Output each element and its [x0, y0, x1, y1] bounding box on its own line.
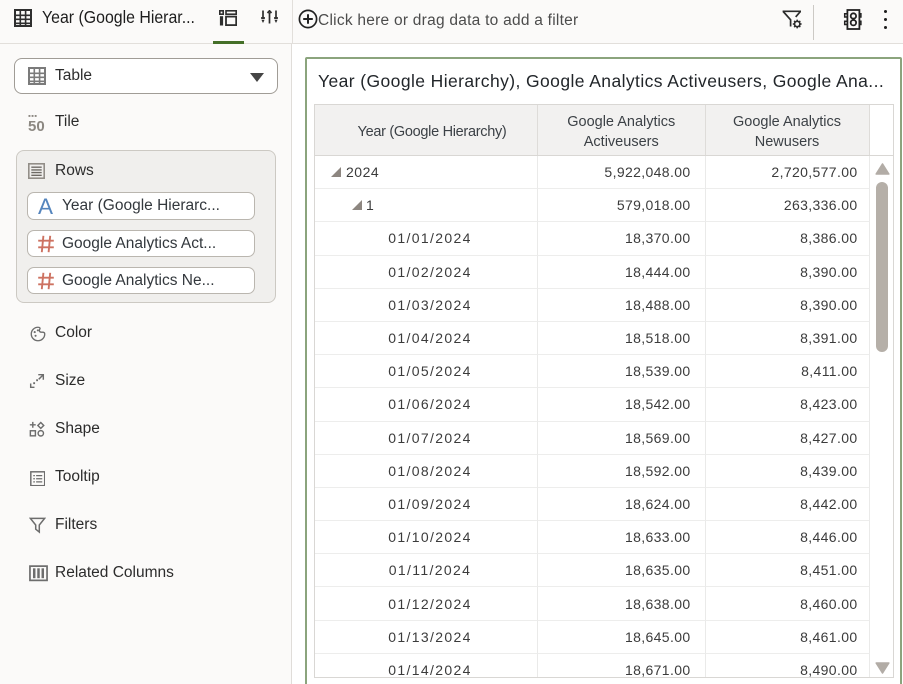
svg-text:50: 50 — [28, 118, 45, 134]
